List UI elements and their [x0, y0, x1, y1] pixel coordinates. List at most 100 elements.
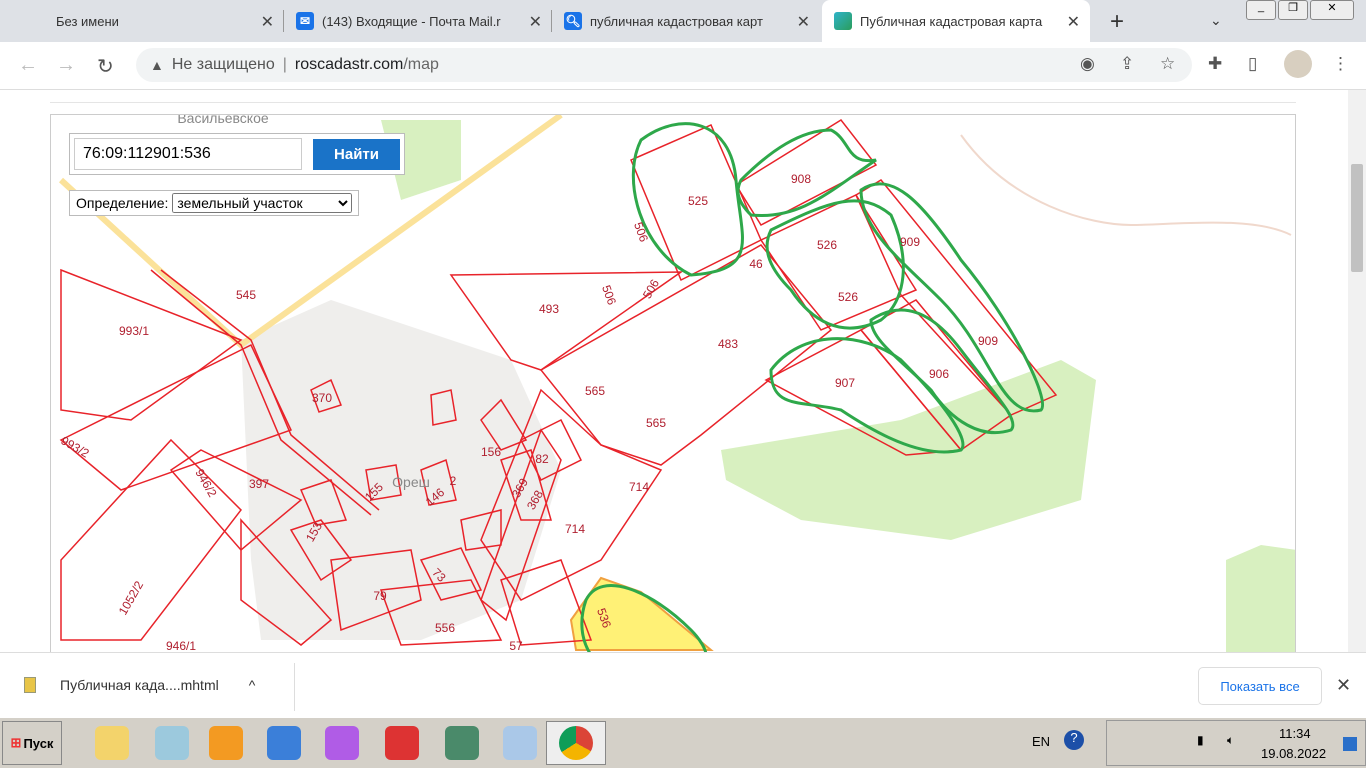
parcel-label: 909 — [978, 334, 998, 348]
tab-title: (143) Входящие - Почта Mail.r — [322, 13, 501, 29]
tab-title: публичная кадастровая карт — [590, 13, 763, 29]
extensions-icon[interactable]: ✚ — [1208, 54, 1222, 74]
file-icon — [24, 677, 36, 693]
cadastral-map[interactable]: 525 908 506 526 909 46 545 493 506 506 526 993/1 483… — [50, 114, 1296, 654]
speaker-icon — [267, 726, 301, 760]
close-window-button[interactable]: ✕ — [1310, 0, 1354, 20]
document-icon — [503, 726, 537, 760]
search-panel: Найти — [69, 133, 405, 175]
parcel-label: 565 — [585, 384, 605, 398]
parcel-label: 526 — [817, 238, 837, 252]
parcel-label: 906 — [929, 367, 949, 381]
parcel-label: 993/1 — [119, 324, 149, 338]
clock-time[interactable]: 11:34 — [1279, 726, 1311, 741]
explorer-taskbar-button[interactable] — [82, 721, 142, 765]
parcel-label: 46 — [749, 257, 763, 271]
bookmark-star-icon[interactable]: ☆ — [1160, 54, 1175, 74]
security-status[interactable]: Не защищено — [172, 56, 275, 74]
show-desktop-icon[interactable] — [1343, 737, 1357, 751]
mail-icon: ✉ — [296, 12, 314, 30]
volume-icon[interactable]: 🔈︎ — [1227, 733, 1234, 748]
side-panel-icon[interactable]: ▯ — [1248, 54, 1257, 74]
download-filename: Публичная када....mhtml — [60, 677, 219, 693]
tab-title: Без имени — [56, 13, 119, 29]
parcel-label: 556 — [435, 621, 455, 635]
back-button[interactable]: ← — [18, 54, 38, 77]
close-tab-icon[interactable]: ✕ — [261, 12, 274, 32]
show-all-button[interactable]: Показать все — [1198, 667, 1322, 705]
notepad-taskbar-button[interactable] — [142, 721, 202, 765]
tab-untitled[interactable]: Без имени ✕ — [44, 0, 284, 42]
windows-logo-icon: ⊞ — [10, 735, 22, 750]
chevron-up-icon[interactable]: ^ — [249, 677, 256, 693]
pdf-taskbar-button[interactable] — [372, 721, 432, 765]
close-tab-icon[interactable]: ✕ — [1067, 12, 1080, 32]
new-tab-button[interactable]: + — [1110, 8, 1124, 36]
start-button[interactable]: ⊞ Пуск — [2, 721, 62, 765]
parcel-label: 156 — [481, 445, 501, 459]
parcel-label: 565 — [646, 416, 666, 430]
definition-select[interactable]: земельный участок — [172, 193, 353, 213]
search-icon: 🔍︎ — [564, 12, 582, 30]
parcel-label: 493 — [539, 302, 559, 316]
close-icon[interactable]: ✕ — [1336, 675, 1351, 696]
system-tray: ▮ 🔈︎ 11:34 19.08.2022 — [1106, 720, 1366, 766]
restore-button[interactable]: ❐ — [1278, 0, 1308, 20]
app-taskbar-button[interactable] — [312, 721, 372, 765]
browser-toolbar: ← → ↻ ▲ Не защищено | roscadastr.com/map… — [0, 42, 1366, 90]
cadastral-number-input[interactable] — [74, 138, 302, 170]
audio-taskbar-button[interactable] — [254, 721, 314, 765]
chrome-taskbar-button[interactable] — [546, 721, 606, 765]
folder-icon — [95, 726, 129, 760]
parcel-label: 79 — [373, 589, 387, 603]
clock-date[interactable]: 19.08.2022 — [1261, 746, 1326, 761]
image-viewer-taskbar-button[interactable] — [432, 721, 492, 765]
eye-off-icon[interactable]: ◉ — [1080, 54, 1095, 74]
parcel-label: 525 — [688, 194, 708, 208]
tab-mail[interactable]: ✉ (143) Входящие - Почта Mail.r ✕ — [284, 0, 552, 42]
parcel-label: 82 — [535, 452, 549, 466]
tab-title: Публичная кадастровая карта — [860, 13, 1043, 29]
definition-row: Определение: земельный участок — [69, 190, 359, 216]
tab-search[interactable]: 🔍︎ публичная кадастровая карт ✕ — [552, 0, 820, 42]
network-icon[interactable]: ▮ — [1197, 733, 1204, 747]
download-bar: Публичная када....mhtml ^ Показать все ✕ — [0, 652, 1366, 716]
share-icon[interactable]: ⇪ — [1120, 54, 1134, 74]
parcel-label: 483 — [718, 337, 738, 351]
address-bar[interactable]: ▲ Не защищено | roscadastr.com/map ◉ ⇪ ☆ — [136, 48, 1192, 82]
chrome-icon — [559, 726, 593, 760]
place-label: Ореш — [392, 474, 430, 490]
page-content: 525 908 506 526 909 46 545 493 506 506 526 993/1 483… — [0, 90, 1366, 654]
player-icon — [209, 726, 243, 760]
language-indicator[interactable]: EN — [1032, 734, 1050, 749]
cadastre-icon — [834, 12, 852, 30]
page-scrollbar[interactable] — [1348, 90, 1366, 652]
avatar[interactable] — [1284, 50, 1312, 78]
close-tab-icon[interactable]: ✕ — [797, 12, 810, 32]
parcel-label: 907 — [835, 376, 855, 390]
place-label: Васильевское — [177, 115, 269, 126]
forest-area — [1226, 545, 1295, 652]
parcel-label: 946/1 — [166, 639, 196, 653]
tab-search-chevron-icon[interactable]: ⌄ — [1210, 12, 1222, 29]
forward-button[interactable]: → — [56, 54, 76, 77]
definition-label: Определение: — [76, 195, 169, 211]
parcel-label: 908 — [791, 172, 811, 186]
picture-icon — [445, 726, 479, 760]
start-label: Пуск — [23, 735, 54, 751]
warning-icon: ▲ — [150, 57, 164, 73]
media-player-taskbar-button[interactable] — [196, 721, 256, 765]
url-path: /map — [403, 56, 439, 73]
reload-button[interactable]: ↻ — [97, 54, 114, 79]
find-button[interactable]: Найти — [313, 139, 400, 170]
wordpad-taskbar-button[interactable] — [490, 721, 550, 765]
scrollbar-thumb[interactable] — [1351, 164, 1363, 272]
parcel-label: 397 — [249, 477, 269, 491]
minimize-button[interactable]: _ — [1246, 0, 1276, 20]
close-tab-icon[interactable]: ✕ — [529, 12, 542, 32]
tab-cadastre-map[interactable]: Публичная кадастровая карта ✕ — [822, 0, 1090, 42]
download-item[interactable]: Публичная када....mhtml ^ — [24, 677, 255, 693]
taskbar: ⊞ Пуск EN ? ▮ 🔈︎ 11:34 19.08.2022 — [0, 716, 1366, 768]
help-icon[interactable]: ? — [1064, 730, 1084, 750]
menu-icon[interactable]: ⋮ — [1332, 54, 1349, 74]
